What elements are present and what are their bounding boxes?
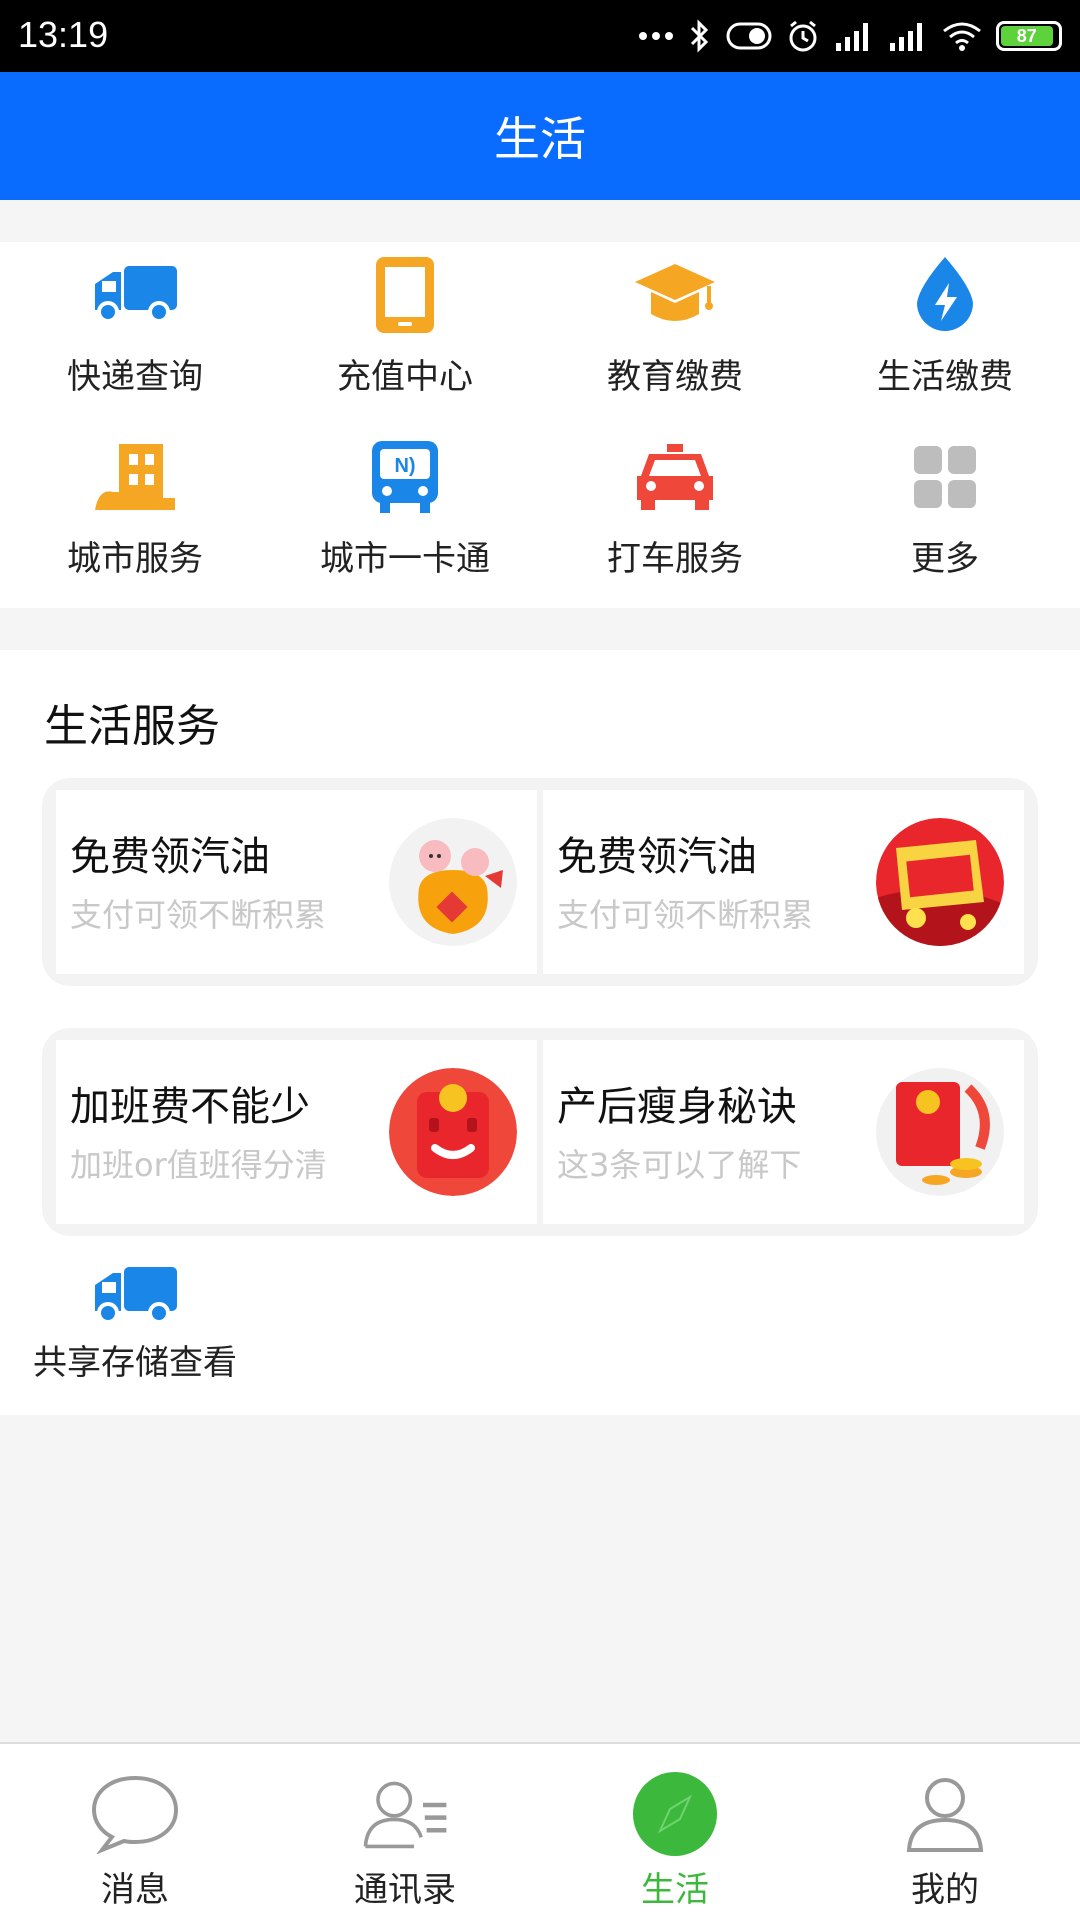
bottom-tab-bar: 消息 通讯录 生活 我的 (0, 1742, 1080, 1920)
toggle-icon (726, 22, 772, 50)
grid-item-label: 城市一卡通 (320, 539, 490, 579)
tab-contacts[interactable]: 通讯录 (270, 1744, 540, 1920)
battery-icon: 87 (996, 21, 1062, 51)
tab-label: 生活 (641, 1870, 709, 1910)
status-time: 13:19 (18, 14, 109, 55)
red-packet-coins-image (876, 1068, 1004, 1196)
more-grid-icon (914, 446, 976, 508)
water-drop-bolt-icon (917, 257, 973, 331)
tab-life[interactable]: 生活 (540, 1744, 810, 1920)
delivery-truck-icon (95, 266, 177, 323)
signal-icon-2 (890, 23, 922, 51)
grid-item-utilities[interactable]: 生活缴费 (810, 242, 1080, 422)
status-bar: 13:19 87 (0, 0, 1080, 72)
promo-subtitle: 支付可领不断积累 (557, 896, 814, 934)
graduation-cap-icon (635, 264, 715, 321)
tab-label: 我的 (911, 1870, 979, 1910)
grid-item-label: 城市服务 (67, 539, 203, 579)
promo-card[interactable]: 免费领汽油 支付可领不断积累 (543, 790, 1024, 974)
promo-subtitle: 这3条可以了解下 (557, 1146, 802, 1184)
promo-title: 加班费不能少 (70, 1084, 310, 1130)
grid-item-label: 快递查询 (67, 357, 203, 397)
bluetooth-icon (690, 19, 709, 53)
contacts-icon (363, 1781, 447, 1849)
wifi-icon (943, 22, 981, 51)
phone-icon (376, 257, 434, 333)
tab-me[interactable]: 我的 (810, 1744, 1080, 1920)
svg-text:N): N) (394, 455, 415, 477)
promo-title: 产后瘦身秘诀 (557, 1084, 797, 1130)
promo-title: 免费领汽油 (70, 834, 270, 880)
promo-title: 免费领汽油 (557, 834, 757, 880)
tab-label: 通讯录 (354, 1870, 456, 1910)
grid-item-education[interactable]: 教育缴费 (540, 242, 810, 422)
delivery-truck-icon (95, 1267, 177, 1324)
promo-card[interactable]: 产后瘦身秘诀 这3条可以了解下 (543, 1040, 1024, 1224)
grid-item-label: 充值中心 (337, 357, 473, 397)
more-dots-icon (639, 32, 673, 40)
grid-item-label: 教育缴费 (607, 357, 743, 397)
grid-item-more[interactable]: 更多 (810, 422, 1080, 604)
promo-row: 免费领汽油 支付可领不断积累 免费领汽油 支付可领不断积累 (42, 778, 1038, 986)
grid-item-city-services[interactable]: 城市服务 (0, 422, 270, 604)
shared-storage-label: 共享存储查看 (33, 1343, 237, 1383)
page-title: 生活 (494, 112, 586, 166)
life-services-section: 生活服务 免费领汽油 支付可领不断积累 免费领汽油 支付可领不断积累 加班费不能… (0, 650, 1080, 1415)
signal-icon (836, 23, 868, 51)
alarm-icon (789, 20, 817, 52)
grid-item-label: 更多 (911, 539, 979, 579)
compass-icon (633, 1772, 717, 1856)
grid-item-delivery[interactable]: 快递查询 (0, 242, 270, 422)
promo-subtitle: 支付可领不断积累 (70, 896, 327, 934)
section-title: 生活服务 (44, 701, 220, 752)
header: 生活 (0, 72, 1080, 200)
grid-item-label: 打车服务 (607, 539, 743, 579)
grid-item-recharge[interactable]: 充值中心 (270, 242, 540, 422)
chat-bubble-icon (91, 1775, 179, 1854)
service-grid: 快递查询 充值中心 教育缴费 生活缴费 城市服务 N) 城市一卡通 打车服务 更… (0, 242, 1080, 608)
shared-storage-item[interactable]: 共享存储查看 (22, 1265, 248, 1384)
promo-card[interactable]: 免费领汽油 支付可领不断积累 (56, 790, 537, 974)
tab-messages[interactable]: 消息 (0, 1744, 270, 1920)
free-gift-banner-image (876, 818, 1004, 946)
red-envelope-image (389, 1068, 517, 1196)
promo-row: 加班费不能少 加班or值班得分清 产后瘦身秘诀 这3条可以了解下 (42, 1028, 1038, 1236)
promo-card[interactable]: 加班费不能少 加班or值班得分清 (56, 1040, 537, 1224)
grid-item-taxi[interactable]: 打车服务 (540, 422, 810, 604)
tab-label: 消息 (101, 1870, 169, 1910)
city-building-icon (95, 444, 175, 510)
person-icon (906, 1778, 984, 1852)
bus-nfc-icon: N) (372, 441, 438, 513)
status-icons: 87 (638, 14, 1062, 58)
grid-item-label: 生活缴费 (877, 357, 1013, 397)
grid-item-city-card[interactable]: N) 城市一卡通 (270, 422, 540, 604)
promo-subtitle: 加班or值班得分清 (70, 1146, 327, 1184)
pig-lucky-bag-image (389, 818, 517, 946)
taxi-icon (637, 444, 713, 510)
